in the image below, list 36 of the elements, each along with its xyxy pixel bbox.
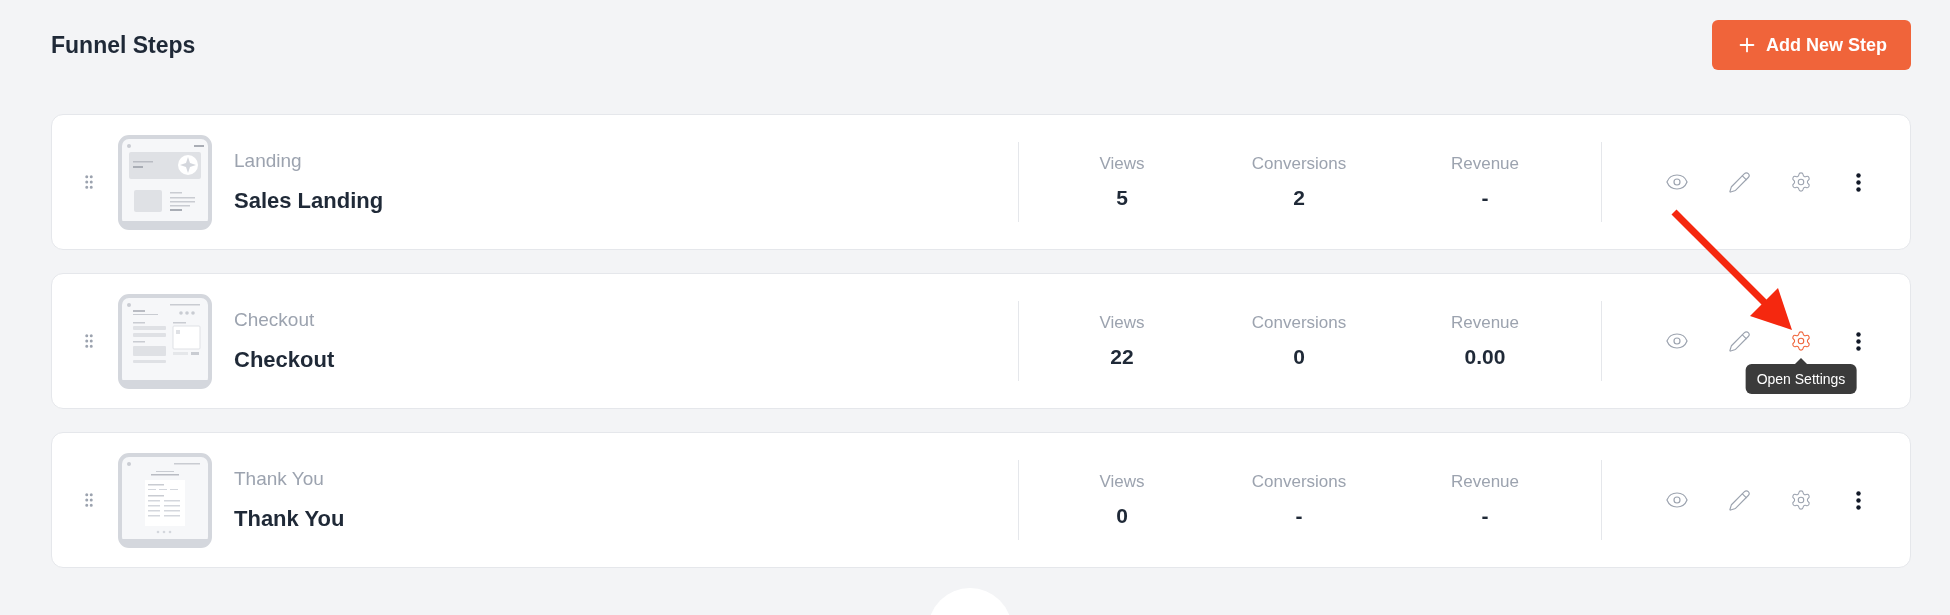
stat-value: 0 — [1116, 503, 1128, 529]
stat-value: 22 — [1110, 344, 1134, 370]
step-type: Checkout — [234, 308, 316, 333]
settings-icon — [1790, 489, 1812, 511]
page-title: Funnel Steps — [51, 30, 196, 60]
step-name: Thank You — [234, 504, 345, 533]
stat-label: Conversions — [1251, 152, 1347, 175]
pencil-icon — [1727, 170, 1751, 194]
step-type: Thank You — [234, 467, 325, 492]
tooltip: Open Settings — [1745, 364, 1857, 394]
step-type: Landing — [234, 149, 303, 174]
pencil-icon — [1727, 488, 1751, 512]
stat-value: 5 — [1116, 185, 1128, 211]
step-name: Sales Landing — [234, 186, 384, 215]
stat-label: Conversions — [1251, 311, 1347, 334]
stat-label: Views — [1099, 311, 1145, 334]
stat-value: 2 — [1293, 185, 1305, 211]
add-step-button[interactable]: Add New Step — [1712, 20, 1911, 70]
stat-value: 0 — [1293, 344, 1305, 370]
settings-icon — [1790, 330, 1812, 352]
stat-value: 0.00 — [1464, 344, 1506, 370]
more-icon — [1855, 172, 1861, 192]
stat-label: Views — [1099, 470, 1145, 493]
settings-icon — [1790, 171, 1812, 193]
stat-label: Views — [1099, 152, 1145, 175]
stat-value: - — [1481, 185, 1489, 211]
step-name: Checkout — [234, 345, 335, 374]
stat-label: Conversions — [1251, 470, 1347, 493]
stat-label: Revenue — [1450, 470, 1520, 493]
stat-value: - — [1481, 503, 1489, 529]
stat-value: - — [1295, 503, 1303, 529]
pencil-icon — [1727, 329, 1751, 353]
stat-label: Revenue — [1450, 311, 1520, 334]
stat-label: Revenue — [1450, 152, 1520, 175]
more-icon — [1855, 490, 1861, 510]
more-icon — [1855, 331, 1861, 351]
